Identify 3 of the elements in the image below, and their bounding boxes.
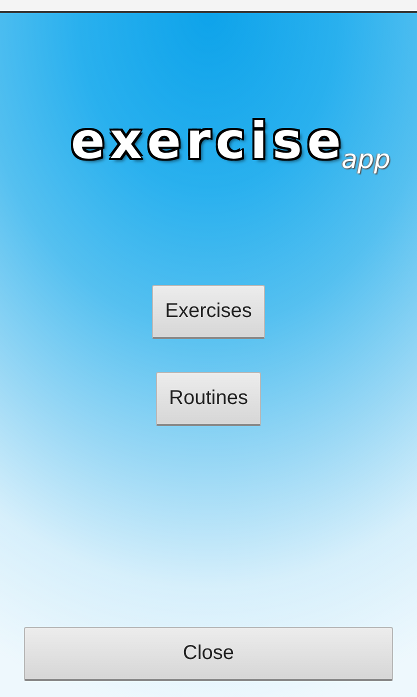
menu-button[interactable]: Exercises: [152, 285, 265, 339]
menu-button[interactable]: Routines: [156, 372, 261, 426]
close-button[interactable]: Close: [24, 627, 393, 681]
